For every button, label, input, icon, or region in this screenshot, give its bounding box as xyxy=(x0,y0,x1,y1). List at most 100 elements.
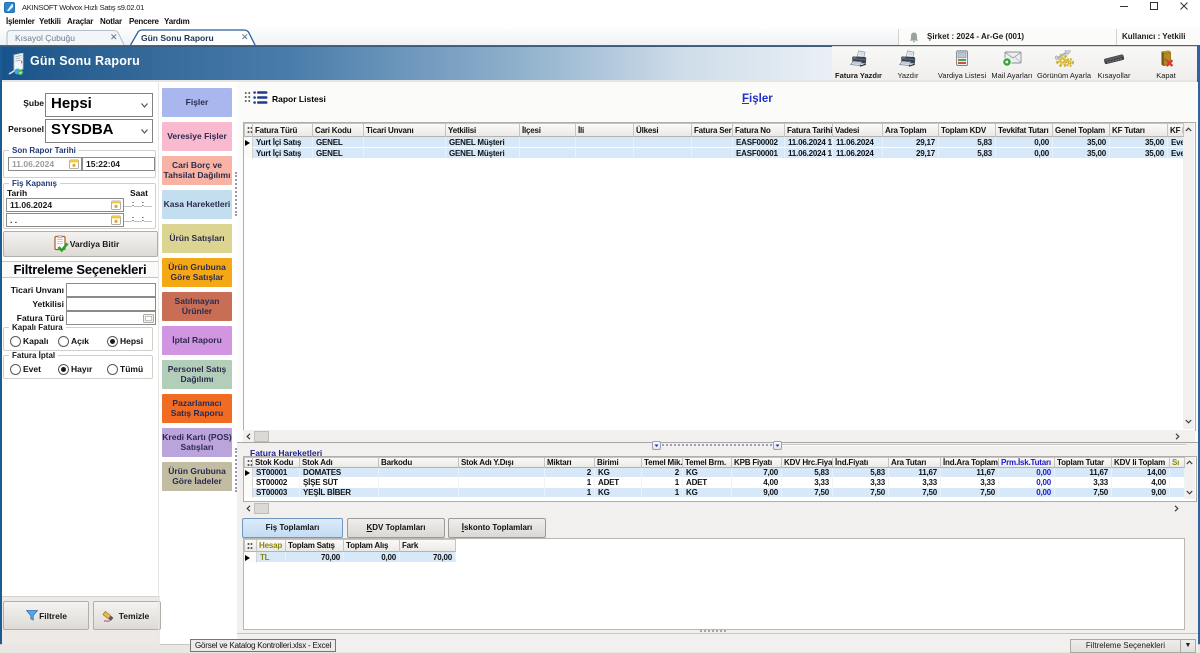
fatura-turu-input[interactable] xyxy=(66,311,156,325)
column-header[interactable]: Stok Kodu xyxy=(253,457,300,468)
scroll-thumb[interactable] xyxy=(254,503,269,514)
toolbar-fatura-yazdir[interactable]: Fatura Yazdır xyxy=(830,49,887,80)
report-button-9[interactable]: Personel Satış Dağılımı xyxy=(162,360,232,389)
toolbar-vardiya-listesi[interactable]: Vardiya Listesi xyxy=(933,49,991,80)
son-rapor-date-field[interactable]: 11.06.2024 xyxy=(8,157,82,171)
radio-hayir[interactable] xyxy=(58,364,69,375)
toolbar-yazdir[interactable]: Yazdır xyxy=(886,49,930,80)
splitter-collapse-button[interactable] xyxy=(773,441,782,450)
sube-select[interactable]: Hepsi xyxy=(45,93,153,117)
toolbar-mail-ayarlari[interactable]: Mail Ayarları xyxy=(986,49,1038,80)
calendar-icon[interactable] xyxy=(111,215,121,225)
report-button-2[interactable]: Veresiye Fişler xyxy=(162,122,232,151)
report-button-12[interactable]: Ürün Grubuna Göre İadeler xyxy=(162,462,232,491)
report-button-11[interactable]: Kredi Kartı (POS) Satışları xyxy=(162,428,232,457)
scroll-right-icon[interactable] xyxy=(1173,432,1181,443)
column-header[interactable]: Birimi xyxy=(595,457,642,468)
column-header[interactable]: Fatura Türü xyxy=(253,123,313,137)
temizle-button[interactable]: Temizle xyxy=(93,601,161,630)
table-row[interactable]: Yurt İçi SatışGENELGENEL MüşteriEASF0000… xyxy=(244,137,1184,148)
report-button-1[interactable]: Fişler xyxy=(162,88,232,117)
radio-acik[interactable] xyxy=(58,336,69,347)
report-button-6[interactable]: Ürün Grubuna Göre Satışlar xyxy=(162,258,232,287)
report-button-5[interactable]: Ürün Satışları xyxy=(162,224,232,253)
column-header[interactable]: İlçesi xyxy=(520,123,576,137)
tab-iskonto-toplamlari[interactable]: İskonto Toplamları xyxy=(448,518,546,538)
scroll-thumb[interactable] xyxy=(254,431,269,442)
splitter-collapse-button[interactable] xyxy=(652,441,661,450)
column-header[interactable]: Fark xyxy=(400,539,456,552)
toolbar-kapat[interactable]: Kapat xyxy=(1148,49,1184,80)
tab-kdv-toplamlari[interactable]: KDV Toplamları xyxy=(347,518,445,538)
column-header[interactable]: Temel Mik. xyxy=(642,457,683,468)
column-header[interactable]: Toplam Satış xyxy=(286,539,344,552)
menu-pencere[interactable]: Pencere xyxy=(129,15,159,28)
column-header[interactable]: KF Tutarı xyxy=(1110,123,1168,137)
horizontal-scrollbar[interactable] xyxy=(243,502,1195,514)
scroll-right-icon[interactable] xyxy=(1172,504,1180,515)
menu-araclar[interactable]: Araçlar xyxy=(67,15,93,28)
yetkilisi-input[interactable] xyxy=(66,297,156,311)
column-header[interactable]: Tevkifat Tutarı xyxy=(996,123,1053,137)
tab-kisayol-cubugu[interactable]: Kısayol Çubuğu ✕ xyxy=(6,29,128,46)
scroll-down-icon[interactable] xyxy=(1184,417,1193,427)
column-header[interactable]: Barkodu xyxy=(379,457,459,468)
column-header[interactable]: Yetkilisi xyxy=(446,123,520,137)
column-header[interactable]: Fatura No xyxy=(733,123,785,137)
scroll-down-icon[interactable] xyxy=(1185,488,1194,498)
vertical-scrollbar[interactable] xyxy=(1185,457,1195,499)
column-header[interactable]: Sı xyxy=(1170,457,1185,468)
column-header[interactable]: Toplam Alış xyxy=(344,539,400,552)
table-row[interactable]: ST00003YEŞİL BİBER1KG1KG9,007,507,507,50… xyxy=(244,488,1185,498)
fis-kapanis-time-mask-1[interactable]: __:__:__ xyxy=(124,200,152,210)
close-button[interactable] xyxy=(1172,1,1196,14)
tab-gun-sonu-raporu[interactable]: Gün Sonu Raporu ✕ xyxy=(129,29,260,46)
column-header[interactable]: KPB Fiyatı xyxy=(732,457,782,468)
filter-options-button[interactable]: Filtreleme Seçenekleri xyxy=(1070,639,1181,653)
table-row[interactable]: ST00002ŞİŞE SÜT1ADET1ADET4,003,333,333,3… xyxy=(244,478,1185,488)
column-header[interactable]: Miktarı xyxy=(545,457,595,468)
fis-kapanis-date-field-1[interactable]: 11.06.2024 xyxy=(6,198,124,212)
scroll-up-icon[interactable] xyxy=(1185,459,1194,469)
report-button-3[interactable]: Cari Borç ve Tahsilat Dağılımı xyxy=(162,156,232,185)
son-rapor-time-field[interactable]: 15:22:04 xyxy=(82,157,155,171)
column-header[interactable]: Genel Toplam xyxy=(1053,123,1110,137)
column-header[interactable]: Fatura Seri xyxy=(692,123,733,137)
menu-notlar[interactable]: Notlar xyxy=(100,15,122,28)
column-header[interactable]: Vadesi xyxy=(833,123,883,137)
calendar-icon[interactable] xyxy=(111,200,121,210)
scroll-up-icon[interactable] xyxy=(1184,126,1193,136)
column-header[interactable]: Toplam KDV xyxy=(939,123,996,137)
minimize-button[interactable] xyxy=(1112,1,1136,14)
column-header[interactable]: Temel Brm. xyxy=(683,457,732,468)
column-header[interactable]: KF D xyxy=(1168,123,1184,137)
scroll-left-icon[interactable] xyxy=(245,504,253,515)
personel-select[interactable]: SYSDBA xyxy=(45,119,153,143)
radio-kapali[interactable] xyxy=(10,336,21,347)
report-button-8[interactable]: İptal Raporu xyxy=(162,326,232,355)
table-row[interactable]: ST00001DOMATES2KG2KG7,005,835,8311,6711,… xyxy=(244,468,1185,478)
table-row[interactable]: TL70,000,0070,00 xyxy=(244,552,456,563)
column-header[interactable]: Toplam Tutar xyxy=(1055,457,1112,468)
report-button-4[interactable]: Kasa Hareketleri xyxy=(162,190,232,219)
radio-evet[interactable] xyxy=(10,364,21,375)
column-header[interactable]: Ara Tutarı xyxy=(889,457,941,468)
report-button-10[interactable]: Pazarlamacı Satış Raporu xyxy=(162,394,232,423)
lookup-button-icon[interactable] xyxy=(143,314,154,323)
radio-tumu[interactable] xyxy=(107,364,118,375)
fis-kapanis-date-field-2[interactable]: . . xyxy=(6,213,124,227)
menu-yardim[interactable]: Yardım xyxy=(164,15,189,28)
vardiya-bitir-button[interactable]: Vardiya Bitir xyxy=(3,231,158,257)
panel-grip[interactable] xyxy=(244,91,251,104)
scroll-left-icon[interactable] xyxy=(245,432,253,443)
column-header[interactable]: İnd.Ara Toplam xyxy=(941,457,999,468)
calendar-icon[interactable] xyxy=(69,159,79,169)
column-header[interactable]: Ara Toplam xyxy=(883,123,939,137)
report-button-7[interactable]: Satılmayan Ürünler xyxy=(162,292,232,321)
column-header[interactable]: İli xyxy=(576,123,634,137)
table-row[interactable]: Yurt İçi SatışGENELGENEL MüşteriEASF0000… xyxy=(244,148,1184,159)
menu-yetkili[interactable]: Yetkili xyxy=(39,15,61,28)
column-header[interactable]: KDV Hrc.Fiyat xyxy=(782,457,833,468)
column-header[interactable]: Ticari Unvanı xyxy=(364,123,446,137)
column-header[interactable]: Cari Kodu xyxy=(313,123,364,137)
